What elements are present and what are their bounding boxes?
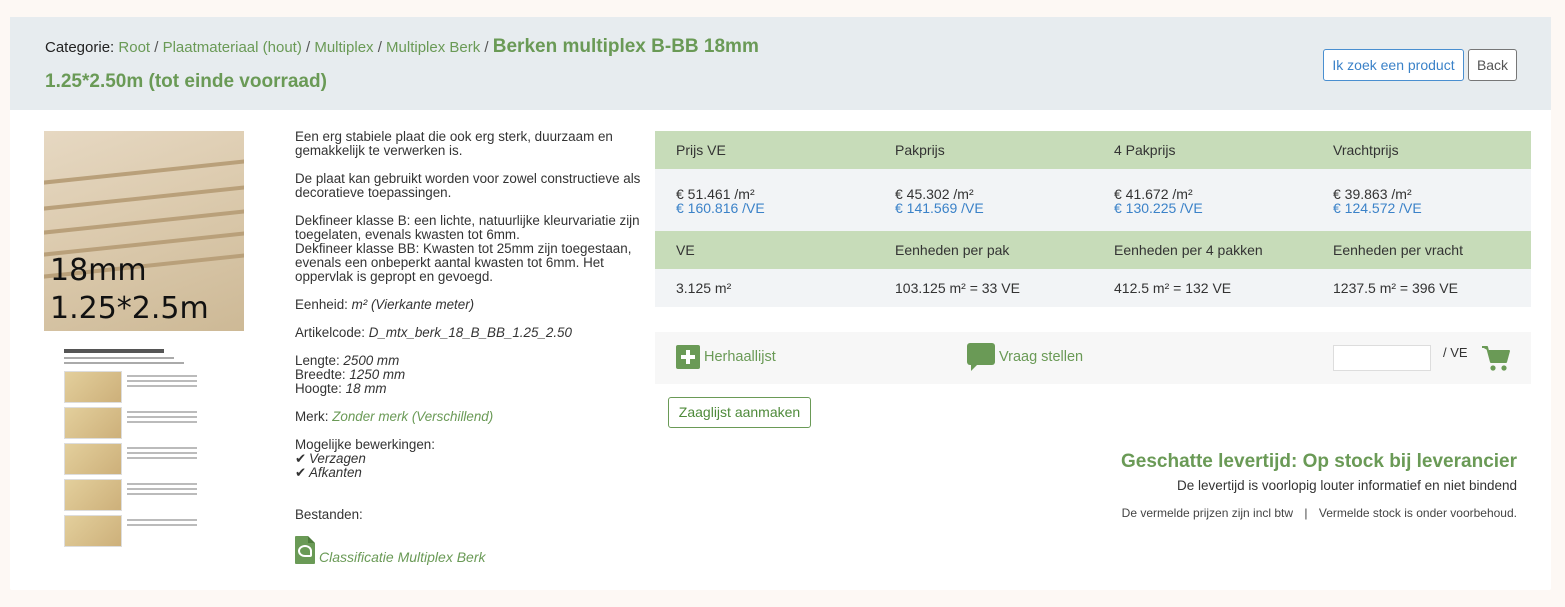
unit-cell: 3.125 m²: [676, 280, 732, 296]
price-per-m2: € 51.461 /m²: [676, 186, 755, 202]
breadcrumb-multiplex[interactable]: Multiplex: [314, 39, 373, 56]
search-product-button[interactable]: Ik zoek een product: [1323, 49, 1464, 81]
price-header-cell: Prijs VE: [676, 142, 726, 158]
file-link[interactable]: Classificatie Multiplex Berk: [319, 549, 486, 565]
height-label: Hoogte:: [295, 381, 342, 396]
unit-cell: 103.125 m² = 33 VE: [895, 280, 1020, 296]
stock-note: Vermelde stock is onder voorbehoud.: [1318, 506, 1517, 520]
height-value: 18 mm: [345, 381, 387, 396]
footnote-separator: |: [1304, 506, 1308, 520]
price-per-ve: € 130.225 /VE: [1114, 200, 1203, 216]
product-description: Een erg stabiele plaat die ook erg sterk…: [295, 130, 650, 536]
unit-cell: 412.5 m² = 132 VE: [1114, 280, 1232, 296]
unit-header-cell: VE: [676, 242, 695, 258]
length-value: 2500 mm: [343, 353, 400, 368]
actions-bar: Herhaallijst Vraag stellen / VE: [655, 332, 1531, 384]
description-paragraph: Dekfineer klasse B: een lichte, natuurli…: [295, 213, 640, 242]
vat-note: De vermelde prijzen zijn incl btw: [1121, 506, 1294, 520]
width-value: 1250 mm: [349, 367, 406, 382]
product-image-thickness: 18mm: [50, 253, 147, 288]
price-per-m2: € 45.302 /m²: [895, 186, 974, 202]
article-label: Artikelcode:: [295, 325, 365, 340]
product-card: Categorie: Root / Plaatmateriaal (hout) …: [10, 17, 1551, 590]
ask-question-link[interactable]: Vraag stellen: [999, 345, 1083, 369]
price-per-m2: € 41.672 /m²: [1114, 186, 1193, 202]
plus-icon[interactable]: [676, 345, 700, 369]
price-header-cell: Pakprijs: [895, 142, 945, 158]
breadcrumb-plaatmateriaal[interactable]: Plaatmateriaal (hout): [163, 39, 302, 56]
price-per-ve: € 141.569 /VE: [895, 200, 984, 216]
description-paragraph: Een erg stabiele plaat die ook erg sterk…: [295, 129, 613, 158]
price-footnote: De vermelde prijzen zijn incl btw | Verm…: [1122, 506, 1517, 520]
price-header-row: Prijs VE Pakprijs 4 Pakprijs Vrachtprijs: [655, 131, 1531, 169]
unit-header-cell: Eenheden per vracht: [1333, 242, 1463, 258]
repeat-list-link[interactable]: Herhaallijst: [704, 345, 776, 369]
breadcrumb-separator: /: [484, 39, 489, 56]
product-image-size: 1.25*2.5m: [50, 291, 209, 326]
processing-item: Verzagen: [309, 451, 366, 466]
article-value: D_mtx_berk_18_B_BB_1.25_2.50: [368, 325, 572, 340]
unit-row: Eenheid: m² (Vierkante meter): [295, 298, 650, 312]
brand-row: Merk: Zonder merk (Verschillend): [295, 410, 650, 424]
description-paragraph: De plaat kan gebruikt worden voor zowel …: [295, 171, 641, 200]
width-label: Breedte:: [295, 367, 346, 382]
unit-cell: 1237.5 m² = 396 VE: [1333, 280, 1458, 296]
page-title: Berken multiplex B-BB 18mm: [492, 36, 759, 57]
files-label: Bestanden:: [295, 507, 363, 522]
processing-label: Mogelijke bewerkingen:: [295, 437, 435, 452]
price-per-ve: € 160.816 /VE: [676, 200, 765, 216]
saw-list-button[interactable]: Zaaglijst aanmaken: [668, 397, 811, 428]
delivery-title: Geschatte levertijd: Op stock bij levera…: [1121, 451, 1517, 472]
unit-values-row: 3.125 m² 103.125 m² = 33 VE 412.5 m² = 1…: [655, 269, 1531, 307]
file-row[interactable]: Classificatie Multiplex Berk: [295, 536, 595, 566]
price-cell: € 39.863 /m² € 124.572 /VE: [1312, 187, 1531, 231]
cart-icon[interactable]: [1481, 344, 1511, 372]
page-title-line2: 1.25*2.50m (tot einde voorraad): [45, 71, 327, 92]
back-button[interactable]: Back: [1468, 49, 1517, 81]
breadcrumb-root[interactable]: Root: [118, 39, 150, 56]
unit-label: Eenheid:: [295, 297, 348, 312]
article-row: Artikelcode: D_mtx_berk_18_B_BB_1.25_2.5…: [295, 326, 650, 340]
price-header-cell: Vrachtprijs: [1333, 142, 1399, 158]
price-cell: € 41.672 /m² € 130.225 /VE: [1093, 187, 1312, 231]
dimensions: Lengte: 2500 mm Breedte: 1250 mm Hoogte:…: [295, 354, 650, 396]
price-cell: € 45.302 /m² € 141.569 /VE: [874, 187, 1093, 231]
length-label: Lengte:: [295, 353, 340, 368]
brand-label: Merk:: [295, 409, 329, 424]
unit-header-row: VE Eenheden per pak Eenheden per 4 pakke…: [655, 231, 1531, 269]
unit-value: m² (Vierkante meter): [351, 297, 475, 312]
quantity-unit: / VE: [1443, 345, 1468, 360]
price-per-ve: € 124.572 /VE: [1333, 200, 1422, 216]
processing-item: Afkanten: [309, 465, 362, 480]
description-paragraph: Dekfineer klasse BB: Kwasten tot 25mm zi…: [295, 241, 632, 284]
page-header: Categorie: Root / Plaatmateriaal (hout) …: [10, 17, 1551, 110]
breadcrumb: Categorie: Root / Plaatmateriaal (hout) …: [45, 35, 845, 94]
price-cell: € 51.461 /m² € 160.816 /VE: [655, 187, 874, 231]
check-icon: ✔: [295, 465, 307, 480]
delivery-subtitle: De levertijd is voorlopig louter informa…: [1177, 478, 1517, 493]
quantity-input[interactable]: [1333, 345, 1431, 371]
breadcrumb-separator: /: [306, 39, 311, 56]
unit-header-cell: Eenheden per 4 pakken: [1114, 242, 1263, 258]
brand-link[interactable]: Zonder merk (Verschillend): [332, 409, 493, 424]
product-image[interactable]: 18mm 1.25*2.5m: [44, 131, 244, 331]
price-table: Prijs VE Pakprijs 4 Pakprijs Vrachtprijs…: [655, 131, 1531, 307]
breadcrumb-label: Categorie:: [45, 39, 115, 56]
price-header-cell: 4 Pakprijs: [1114, 142, 1176, 158]
breadcrumb-multiplex-berk[interactable]: Multiplex Berk: [386, 39, 480, 56]
price-values-row: € 51.461 /m² € 160.816 /VE € 45.302 /m² …: [655, 169, 1531, 231]
check-icon: ✔: [295, 451, 307, 466]
unit-header-cell: Eenheden per pak: [895, 242, 1010, 258]
chat-icon[interactable]: [967, 343, 995, 371]
pdf-icon[interactable]: [295, 536, 315, 564]
classification-thumbnail[interactable]: [64, 349, 204, 551]
breadcrumb-separator: /: [154, 39, 159, 56]
price-per-m2: € 39.863 /m²: [1333, 186, 1412, 202]
processing-list: Mogelijke bewerkingen: ✔ Verzagen ✔ Afkant…: [295, 438, 650, 480]
breadcrumb-separator: /: [377, 39, 382, 56]
